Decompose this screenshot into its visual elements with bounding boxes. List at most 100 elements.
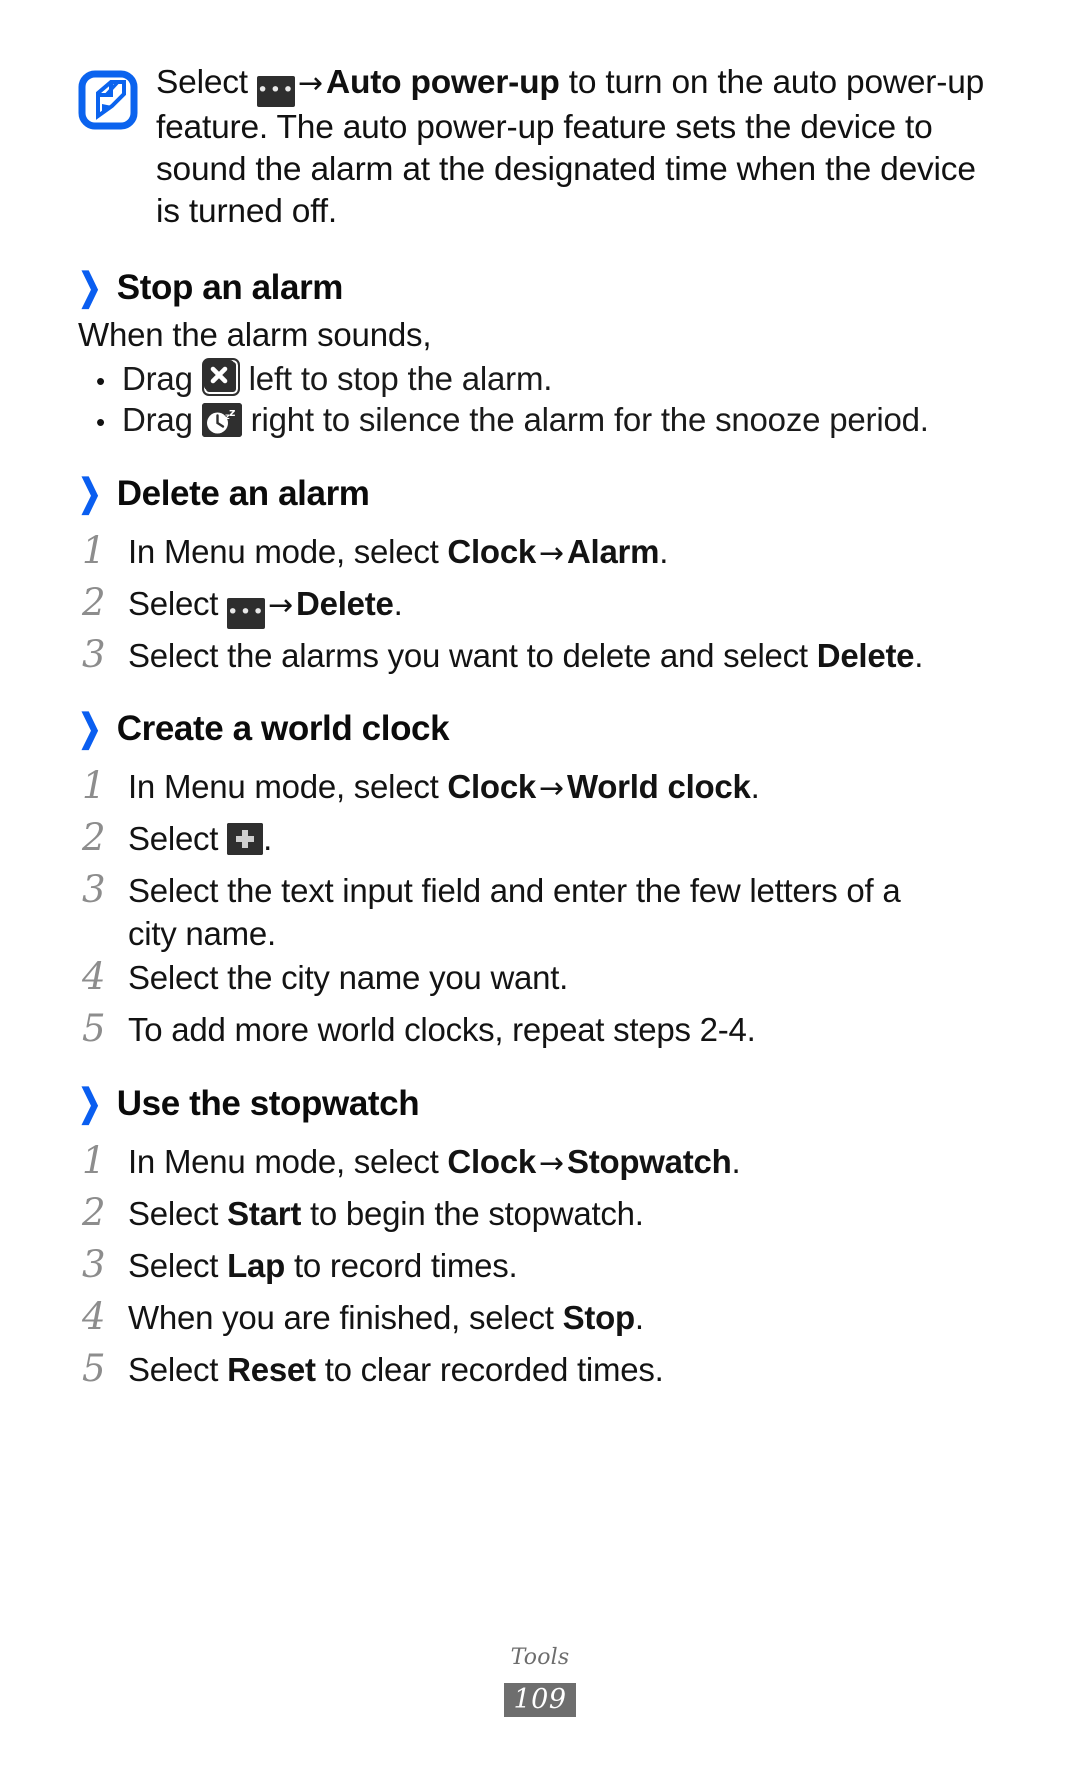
svg-text:z: z [225, 412, 230, 421]
step-number: 1 [82, 529, 106, 572]
step-text-part: to clear recorded times. [315, 1351, 664, 1388]
step-bold-clock: Clock [447, 1143, 537, 1180]
step-stopwatch-3: 3 Select Lap to record times. [76, 1243, 976, 1287]
step-bold-worldclock: World clock [566, 768, 751, 805]
step-number: 4 [82, 955, 106, 998]
note-bold-autopowerup: Auto power-up [325, 64, 560, 101]
step-period: . [914, 637, 924, 674]
more-options-icon: ••• [257, 76, 296, 107]
heading-text: Use the stopwatch [116, 1084, 420, 1123]
note-text: Select ••• →Auto power-up to turn on the … [156, 62, 986, 233]
step-delete-1: 1 In Menu mode, select Clock →Alarm. [76, 529, 976, 575]
step-delete-3: 3 Select the alarms you want to delete a… [76, 633, 976, 677]
step-stopwatch-2: 2 Select Start to begin the stopwatch. [76, 1191, 976, 1235]
step-text: In Menu mode, select Clock →Stopwatch. [128, 1139, 741, 1185]
heading-create-a-world-clock: ❯ Create a world clock [78, 706, 450, 749]
chevron-right-icon: ❯ [78, 1081, 102, 1124]
snooze-clock-icon: z z [201, 403, 242, 437]
step-arrow: → [539, 771, 564, 806]
heading-delete-an-alarm: ❯ Delete an alarm [78, 474, 370, 514]
step-arrow: → [268, 588, 294, 623]
page-number-badge: 109 [504, 1683, 576, 1717]
step-worldclock-1: 1 In Menu mode, select Clock →World clock… [76, 764, 976, 810]
step-arrow: → [539, 536, 564, 571]
heading-text: Stop an alarm [116, 268, 344, 307]
step-number: 3 [82, 868, 106, 911]
step-text-part: In Menu mode, select [128, 1143, 448, 1180]
step-stopwatch-5: 5 Select Reset to clear recorded times. [76, 1347, 976, 1391]
step-period: . [659, 533, 669, 570]
note-select-label: Select [156, 64, 258, 101]
bullet-prefix: Drag [122, 360, 202, 397]
note-pencil-icon [78, 70, 138, 130]
step-bold-start: Start [227, 1195, 302, 1232]
step-period: . [731, 1143, 741, 1180]
step-worldclock-3: 3 Select the text input field and enter … [76, 868, 956, 955]
more-options-dots: ••• [257, 79, 296, 101]
step-text-part: to begin the stopwatch. [301, 1195, 644, 1232]
step-period: . [263, 820, 273, 857]
step-bold-stopwatch: Stopwatch [566, 1143, 732, 1180]
step-text: Select ••• →Delete. [128, 581, 403, 629]
step-text-part: Select the alarms you want to delete and… [128, 637, 817, 674]
footer-section-label: Tools [510, 1645, 570, 1670]
bullet-snooze-alarm: • Drag z z right to silence the alarm fo… [96, 399, 996, 443]
bullet-stop-alarm: • Drag left to stop the alarm. [96, 358, 976, 402]
step-text-part: Select [128, 585, 228, 622]
step-number: 5 [82, 1347, 106, 1390]
step-text: In Menu mode, select Clock →World clock. [128, 764, 760, 810]
heading-text: Create a world clock [116, 709, 450, 748]
step-text-part: In Menu mode, select [128, 533, 448, 570]
step-bold-delete: Delete [296, 585, 394, 622]
step-text-part: to record times. [285, 1247, 518, 1284]
step-bold-clock: Clock [447, 768, 537, 805]
step-text: Select the city name you want. [128, 959, 569, 996]
step-bold-lap: Lap [227, 1247, 286, 1284]
chevron-right-icon: ❯ [78, 471, 102, 514]
bullet-dot: • [96, 366, 105, 396]
heading-stop-an-alarm: ❯ Stop an alarm [78, 268, 343, 308]
step-period: . [634, 1299, 644, 1336]
chevron-right-icon: ❯ [78, 706, 102, 749]
step-period: . [393, 585, 403, 622]
step-text-part: Select [128, 1195, 228, 1232]
step-text: Select Reset to clear recorded times. [128, 1347, 664, 1391]
step-text-part: Select [128, 1247, 228, 1284]
chevron-right-icon: ❯ [78, 265, 102, 308]
step-text: In Menu mode, select Clock →Alarm. [128, 529, 668, 575]
step-text: When you are finished, select Stop. [128, 1295, 644, 1339]
step-text-part: In Menu mode, select [128, 768, 448, 805]
step-text: Select Lap to record times. [128, 1243, 518, 1287]
step-worldclock-4: 4 Select the city name you want. [76, 955, 976, 999]
step-worldclock-5: 5 To add more world clocks, repeat steps… [76, 1007, 976, 1051]
step-number: 1 [82, 764, 106, 807]
bullet-text: Drag z z right to silence the alarm for … [122, 399, 929, 440]
step-text: Select the alarms you want to delete and… [128, 633, 923, 677]
step-text: Select the text input field and enter th… [128, 872, 901, 952]
svg-text:z: z [229, 406, 235, 419]
step-bold-stop: Stop [562, 1299, 636, 1336]
step-stopwatch-4: 4 When you are finished, select Stop. [76, 1295, 976, 1339]
step-text-part: Select [128, 820, 228, 857]
step-arrow: → [539, 1146, 564, 1181]
add-plus-icon [227, 823, 264, 855]
bullet-prefix: Drag [122, 401, 202, 438]
bullet-suffix: left to stop the alarm. [239, 360, 553, 397]
heading-text: Delete an alarm [116, 474, 370, 513]
step-delete-2: 2 Select ••• →Delete. [76, 581, 976, 629]
step-number: 2 [82, 581, 106, 624]
step-bold-clock: Clock [447, 533, 537, 570]
heading-use-the-stopwatch: ❯ Use the stopwatch [78, 1081, 420, 1124]
step-number: 4 [82, 1295, 106, 1338]
step-text: Select . [128, 816, 272, 860]
step-number: 5 [82, 1007, 106, 1050]
stop-x-icon [201, 358, 240, 396]
step-bold-delete: Delete [816, 637, 915, 674]
step-number: 2 [82, 1191, 106, 1234]
step-number: 1 [82, 1139, 106, 1182]
bullet-suffix: right to silence the alarm for the snooz… [241, 401, 929, 438]
more-options-dots: ••• [227, 601, 266, 623]
step-text-part: When you are finished, select [128, 1299, 563, 1336]
footer-page-number-wrap: 109 [0, 1683, 1080, 1717]
step-bold-reset: Reset [227, 1351, 316, 1388]
